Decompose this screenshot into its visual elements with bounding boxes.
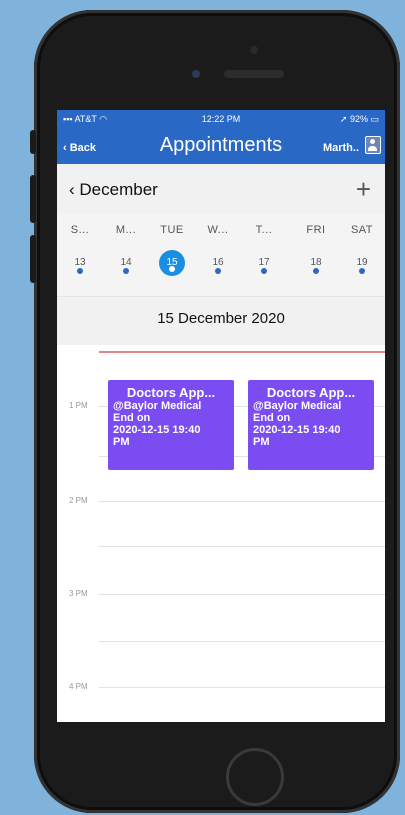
mute-switch: [30, 130, 36, 154]
event-end-label: End on: [253, 412, 291, 424]
day-fri[interactable]: FRI 18: [293, 214, 339, 274]
event-title: Doctors App...: [126, 385, 216, 400]
month-header: ‹ December +: [57, 164, 385, 214]
user-avatar-icon[interactable]: [365, 136, 381, 154]
front-sensor: [250, 46, 258, 54]
day-tue[interactable]: TUE 15: [149, 214, 195, 276]
event-dot: [77, 268, 83, 274]
event-end-label: End on: [113, 412, 151, 424]
event-dot: [359, 268, 365, 274]
app-screen: ▪▪▪ AT&T ◠ 12:22 PM ➚ 92% ▭ ‹ Back Appoi…: [57, 110, 385, 722]
event-location: @Baylor Medical: [113, 400, 202, 412]
day-name: TUE: [160, 224, 184, 236]
battery-indicator: ➚ 92% ▭: [339, 113, 379, 124]
day-sun[interactable]: S... 13: [57, 214, 103, 274]
half-hour-line: [99, 641, 385, 642]
volume-down-button: [30, 235, 36, 283]
event-dot: [313, 268, 319, 274]
hour-line: [99, 594, 385, 595]
day-wed[interactable]: W... 16: [195, 214, 241, 274]
current-time-line: [99, 351, 385, 353]
event-end-ampm: PM: [113, 436, 130, 448]
event-dot: [215, 268, 221, 274]
status-bar: ▪▪▪ AT&T ◠ 12:22 PM ➚ 92% ▭: [57, 110, 385, 128]
event-dot: [261, 268, 267, 274]
event-title: Doctors App...: [266, 385, 356, 400]
battery-text: 92%: [349, 113, 368, 124]
user-name[interactable]: Marth..: [323, 142, 359, 154]
volume-up-button: [30, 175, 36, 223]
hour-label: 1 PM: [69, 401, 88, 410]
navigation-bar: ‹ Back Appointments Marth..: [57, 128, 385, 164]
home-button[interactable]: [226, 748, 284, 806]
carrier-text: AT&T: [74, 113, 97, 124]
day-mon[interactable]: M... 14: [103, 214, 149, 274]
month-back-button[interactable]: ‹ December: [69, 180, 158, 200]
appointment-event[interactable]: Doctors App... @Baylor Medical End on 20…: [108, 380, 234, 470]
hour-line: [99, 687, 385, 688]
event-location: @Baylor Medical: [253, 400, 342, 412]
half-hour-line: [99, 546, 385, 547]
event-dot: [169, 266, 175, 272]
day-sat[interactable]: SAT 19: [339, 214, 385, 274]
day-name: FRI: [306, 224, 326, 236]
hour-label: 4 PM: [69, 682, 88, 691]
day-name: T...: [255, 224, 273, 236]
earpiece-speaker: [224, 70, 284, 78]
hour-label: 3 PM: [69, 589, 88, 598]
week-strip: S... 13 M... 14 TUE 15 W... 16 T... 17 F…: [57, 214, 385, 296]
selected-date-header: 15 December 2020: [57, 296, 385, 345]
hour-label: 2 PM: [69, 496, 88, 505]
day-name: S...: [70, 224, 90, 236]
event-end-ampm: PM: [253, 436, 270, 448]
day-timeline[interactable]: 1 PM 2 PM 3 PM 4 PM Doctors App... @Bayl…: [57, 346, 385, 722]
event-end-time: 2020-12-15 19:40: [113, 424, 201, 436]
add-appointment-button[interactable]: +: [356, 174, 371, 205]
event-end-time: 2020-12-15 19:40: [253, 424, 341, 436]
day-name: M...: [115, 224, 137, 236]
front-camera: [192, 70, 200, 78]
day-thu[interactable]: T... 17: [241, 214, 287, 274]
month-label: December: [79, 180, 158, 199]
event-dot: [123, 268, 129, 274]
carrier-label: ▪▪▪ AT&T ◠: [63, 113, 108, 124]
hour-line: [99, 501, 385, 502]
day-name: SAT: [350, 224, 374, 236]
day-date-selected: 15: [159, 250, 185, 276]
appointment-event[interactable]: Doctors App... @Baylor Medical End on 20…: [248, 380, 374, 470]
day-name: W...: [207, 224, 229, 236]
